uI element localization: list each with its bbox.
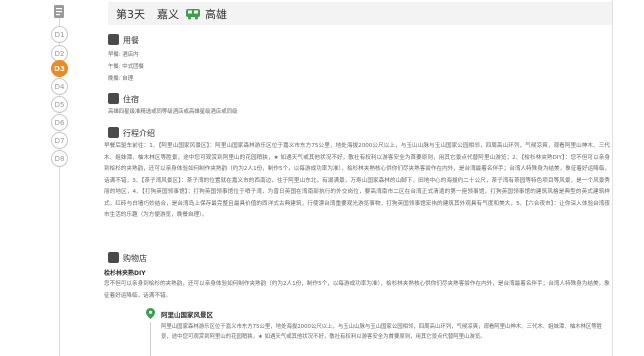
itinerary-text: 早餐后驱车前往：1、【阿里山国家风景区】：阿里山国家森林游乐区位于嘉义市东方75…	[104, 143, 610, 218]
meal-lunch: 午餐: 中式团餐	[108, 64, 144, 70]
timeline-day-4[interactable]: D4	[51, 78, 68, 95]
day-number: 第3天	[116, 7, 145, 21]
bus-icon	[186, 8, 200, 19]
timeline-day-6[interactable]: D6	[51, 114, 68, 131]
day-header: 第3天 嘉义 高雄	[108, 2, 612, 25]
itinerary-title: 行程介绍	[123, 129, 155, 138]
content-border	[612, 0, 613, 356]
poi-title[interactable]: 阿里山国家风景区	[161, 309, 213, 319]
shopping-item-title: 桧杉林夹熟DIY	[104, 270, 146, 277]
shopping-title: 购物店	[123, 254, 147, 263]
meal-icon	[108, 34, 119, 45]
location-pin-icon	[146, 308, 155, 319]
itinerary-icon	[108, 127, 119, 138]
hotel-title: 住宿	[123, 95, 139, 104]
to-city: 高雄	[205, 7, 227, 21]
timeline-day-5[interactable]: D5	[51, 96, 68, 113]
shopping-icon	[108, 252, 119, 263]
meal-dinner: 晚餐: 自理	[108, 76, 134, 82]
timeline-day-3[interactable]: D3	[51, 60, 68, 77]
hotel-icon	[108, 93, 119, 104]
poi-divider	[150, 322, 151, 356]
poi-text: 阿里山国家森林游乐区位于嘉义市东方75公里，地处海拔2000公尺以上，与玉山山脉…	[161, 324, 603, 340]
from-city: 嘉义	[157, 7, 179, 21]
timeline-day-8[interactable]: D8	[51, 150, 68, 167]
document-icon[interactable]	[52, 4, 67, 19]
meals-title: 用餐	[123, 36, 139, 45]
meal-breakfast: 早餐: 酒店内	[108, 52, 139, 58]
day-timeline: D1 D2 D3 D4 D5 D6 D7 D8	[0, 0, 90, 356]
timeline-day-1[interactable]: D1	[51, 26, 68, 43]
hotel-text: 高雄四星级准精选或同等级酒店或高雄星级酒店或同级	[108, 109, 238, 115]
timeline-day-7[interactable]: D7	[51, 132, 68, 149]
shopping-item-text: 您不但可以亲身到桧杉的夹熟韵，还可以亲身体验如何制作夹熟韵（约为2人1份，制作5…	[104, 281, 610, 299]
